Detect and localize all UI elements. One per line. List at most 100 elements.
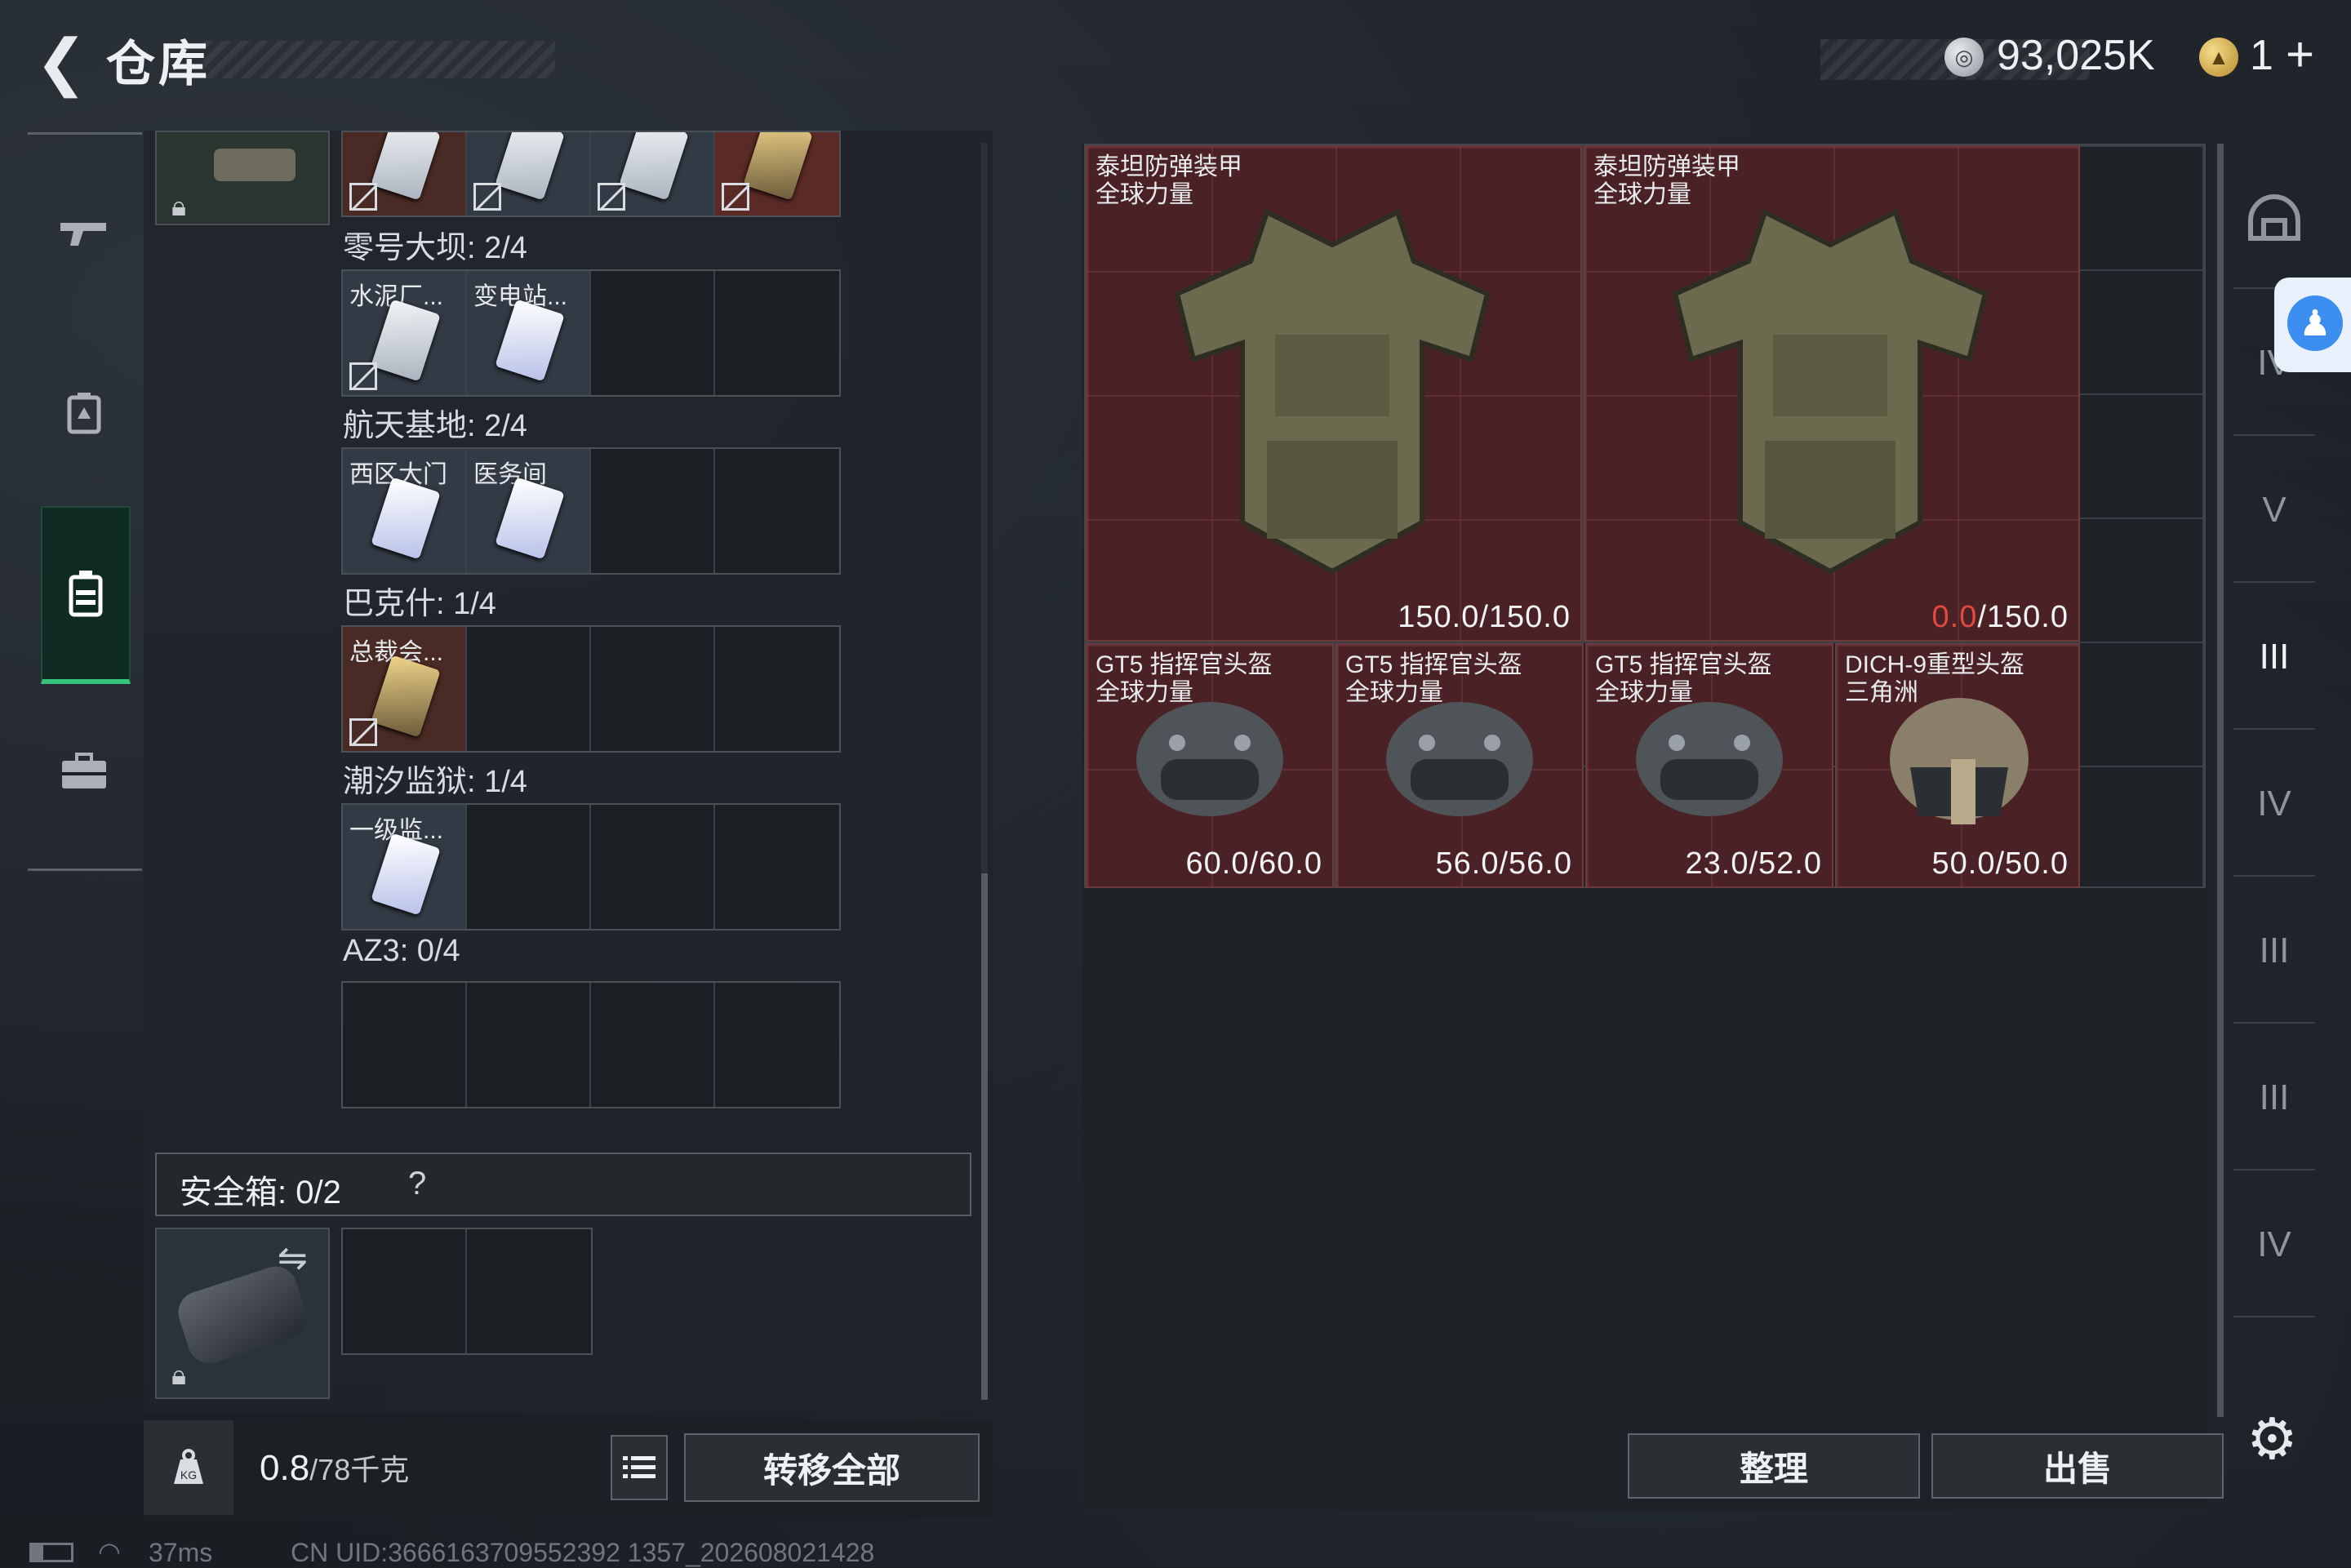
gold-coin-icon: ▲ — [2199, 38, 2238, 77]
nav-divider-top — [28, 132, 142, 135]
helmet-item[interactable]: DICH-9重型头盔 三角洲 50.0/50.0 — [1835, 643, 2080, 888]
keycard-cell[interactable]: 变电站... — [467, 271, 591, 395]
filter-divider — [2233, 1169, 2315, 1170]
keycard-top-row — [341, 131, 841, 217]
empty-cell[interactable] — [715, 983, 839, 1107]
keycard-case-image — [214, 149, 296, 181]
keycard-cell[interactable] — [591, 132, 715, 215]
filter-all-icon[interactable] — [2233, 155, 2315, 278]
title-decoration — [204, 41, 555, 78]
list-view-button[interactable] — [611, 1435, 668, 1500]
group-grid-dam: 水泥厂... 变电站... — [341, 269, 841, 397]
weight-readout: 0.8/78千克 — [260, 1446, 409, 1489]
filter-tier-v-icon[interactable]: V — [2233, 449, 2315, 571]
helmet-item[interactable]: GT5 指挥官头盔 全球力量 23.0/52.0 — [1585, 643, 1833, 888]
empty-cell[interactable] — [467, 1229, 591, 1353]
empty-cell[interactable] — [591, 983, 715, 1107]
item-name: 泰坦防弹装甲 — [1096, 153, 1242, 180]
helmet-image — [1890, 698, 2029, 824]
lock-icon: 🔒︎ — [171, 191, 187, 222]
filter-divider — [2233, 1316, 2315, 1317]
accessibility-icon[interactable]: ♟ — [2287, 295, 2343, 351]
durability: 50.0/50.0 — [1931, 846, 2069, 881]
filter-divider — [2233, 581, 2315, 583]
filter-tier-iii-icon[interactable]: III — [2233, 1037, 2315, 1159]
filter-divider — [2233, 1022, 2315, 1024]
empty-cell[interactable] — [343, 983, 467, 1107]
empty-cell[interactable] — [467, 983, 591, 1107]
group-grid-az3 — [341, 981, 841, 1108]
keycard-cell[interactable]: 西区大门 — [343, 449, 467, 573]
currency-amount: 93,025K — [1997, 32, 2155, 79]
group-label-bakshi: 巴克什: 1/4 — [343, 587, 496, 621]
svg-text:KG: KG — [180, 1468, 197, 1481]
help-icon[interactable]: ? — [408, 1166, 426, 1202]
weight-icon: KG — [144, 1420, 233, 1515]
keycard-cell[interactable]: 一级监... — [343, 805, 467, 929]
uid-text: CN UID:3666163709552392 1357_20260802142… — [291, 1538, 875, 1567]
page-title: 仓库 — [106, 37, 211, 91]
group-label-tidal-prison: 潮汐监狱: 1/4 — [343, 765, 527, 799]
armor-item[interactable]: 泰坦防弹装甲 全球力量 150.0/150.0 — [1086, 145, 1582, 642]
durability: 0.0/150.0 — [1931, 600, 2069, 634]
filter-tier-iv-icon[interactable]: IV — [2233, 743, 2315, 865]
filter-tier-iv-icon[interactable]: IV — [2233, 1184, 2315, 1306]
settings-gear-icon[interactable]: ⚙ — [2247, 1406, 2298, 1472]
safe-box-slot[interactable]: ⇋ 🔒︎ — [155, 1228, 330, 1399]
armor-item[interactable]: 泰坦防弹装甲 全球力量 0.0/150.0 — [1584, 145, 2080, 642]
group-grid-space-base: 西区大门 医务间 — [341, 447, 841, 575]
weight-value: 0.8 — [260, 1448, 310, 1488]
empty-cell[interactable] — [715, 271, 839, 395]
lock-icon: 🔒︎ — [171, 1360, 187, 1391]
add-currency-button[interactable]: + — [2286, 26, 2314, 82]
nav-weapons-icon[interactable] — [41, 163, 127, 302]
empty-cell[interactable] — [467, 627, 591, 751]
empty-cell[interactable] — [715, 449, 839, 573]
transfer-all-button[interactable]: 转移全部 — [684, 1433, 980, 1502]
empty-cell[interactable] — [467, 805, 591, 929]
stash-scrollbar[interactable] — [2217, 144, 2224, 1417]
helmet-item[interactable]: GT5 指挥官头盔 全球力量 60.0/60.0 — [1086, 643, 1334, 888]
keycard-cell[interactable] — [343, 132, 467, 215]
empty-cell[interactable] — [343, 1229, 467, 1353]
helmet-image — [1136, 702, 1283, 816]
item-name: DICH-9重型头盔 — [1845, 651, 2025, 678]
filter-divider — [2233, 434, 2315, 436]
empty-cell[interactable] — [591, 271, 715, 395]
armor-image — [1174, 208, 1491, 575]
keycard-cell[interactable] — [715, 132, 839, 215]
durability: 56.0/56.0 — [1435, 846, 1572, 881]
wifi-icon: ◠ — [98, 1537, 121, 1566]
empty-cell[interactable] — [591, 449, 715, 573]
keycard-cell[interactable]: 总裁会... — [343, 627, 467, 751]
armor-image — [1672, 208, 1989, 575]
empty-cell[interactable] — [591, 805, 715, 929]
sort-button[interactable]: 整理 — [1628, 1433, 1920, 1499]
swap-icon[interactable]: ⇋ — [278, 1237, 308, 1279]
weight-total: /78千克 — [309, 1453, 410, 1486]
empty-cell[interactable] — [715, 805, 839, 929]
group-label-az3: AZ3: 0/4 — [343, 934, 460, 968]
helmet-item[interactable]: GT5 指挥官头盔 全球力量 56.0/56.0 — [1335, 643, 1584, 888]
nav-case-icon[interactable] — [41, 702, 127, 841]
item-name: GT5 指挥官头盔 — [1096, 651, 1273, 678]
nav-backpack-icon[interactable] — [41, 506, 131, 684]
keycard-cell[interactable]: 水泥厂... — [343, 271, 467, 395]
hafu-coin-icon: ◎ — [1944, 38, 1984, 77]
keycard-case-slot[interactable]: 🔒︎ — [155, 131, 330, 225]
keycard-cell[interactable] — [467, 132, 591, 215]
ping-readout: 37ms — [149, 1538, 213, 1567]
empty-cell[interactable] — [715, 627, 839, 751]
keycard-cell[interactable]: 医务间 — [467, 449, 591, 573]
back-button[interactable]: ❮ — [24, 24, 98, 98]
nav-armor-icon[interactable] — [41, 343, 127, 482]
item-name: GT5 指挥官头盔 — [1345, 651, 1522, 678]
durability: 60.0/60.0 — [1185, 846, 1322, 881]
inventory-scroll-thumb[interactable] — [981, 873, 988, 1400]
safe-box-grid — [341, 1228, 593, 1355]
sell-button[interactable]: 出售 — [1931, 1433, 2224, 1499]
filter-tier-iii-icon[interactable]: III — [2233, 596, 2315, 718]
group-grid-bakshi: 总裁会... — [341, 625, 841, 753]
filter-tier-iii-icon[interactable]: III — [2233, 890, 2315, 1012]
empty-cell[interactable] — [591, 627, 715, 751]
